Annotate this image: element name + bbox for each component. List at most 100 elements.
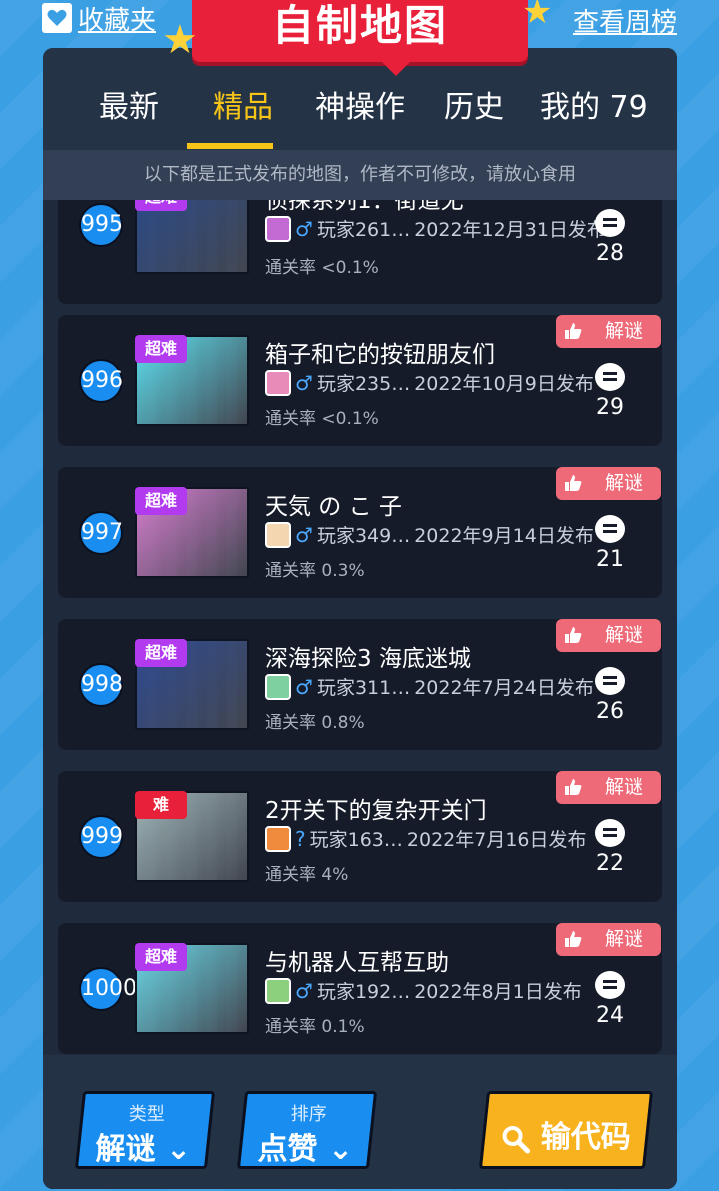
notice-text: 以下都是正式发布的地图，作者不可修改，请放心食用	[43, 150, 677, 200]
comment-icon	[595, 971, 625, 999]
chevron-down-icon: ⌄	[165, 1132, 192, 1167]
comment-count[interactable]: 24	[594, 971, 626, 1028]
clear-rate: 通关率 0.3%	[265, 561, 365, 581]
author-avatar	[265, 215, 291, 242]
search-icon	[502, 1125, 530, 1153]
clear-rate: 通关率 4%	[265, 865, 349, 885]
tab-bar: 最新 精品 神操作 历史 我的 79	[43, 48, 677, 150]
comment-icon	[595, 819, 625, 847]
tab-latest[interactable]: 最新	[99, 82, 159, 126]
star-icon: ★	[522, 0, 553, 32]
comment-icon	[595, 667, 625, 695]
bottom-toolbar: 类型 解谜 ⌄ 排序 点赞 ⌄ 输代码	[43, 1055, 677, 1189]
type-filter-button[interactable]: 类型 解谜 ⌄	[74, 1091, 216, 1169]
author-name: 玩家235…	[316, 373, 411, 395]
map-thumbnail	[135, 200, 249, 274]
gender-icon: ♂	[295, 978, 313, 1003]
map-title: 侦探系列1：街道无	[265, 200, 464, 214]
thumbs-up-icon	[565, 323, 582, 339]
rank-badge: 997	[79, 511, 123, 555]
tab-mine[interactable]: 我的 79	[540, 82, 648, 126]
gender-icon: ♂	[295, 370, 313, 395]
gender-icon: ?	[295, 826, 306, 851]
gender-icon: ♂	[295, 216, 313, 241]
publish-date: 2022年7月24日发布	[414, 677, 594, 699]
publish-date: 2022年10月9日发布	[414, 373, 594, 395]
author-name: 玩家261…	[316, 219, 411, 241]
page-title-banner: 自制地图	[192, 0, 528, 76]
tab-history[interactable]: 历史	[444, 82, 504, 126]
tab-featured[interactable]: 精品	[213, 82, 273, 126]
sort-filter-button[interactable]: 排序 点赞 ⌄	[236, 1091, 378, 1169]
publish-date: 2022年7月16日发布	[406, 829, 587, 851]
map-title: 深海探险3 海底迷城	[265, 646, 471, 672]
map-card[interactable]: 995 超难 侦探系列1：街道无 ♂ 玩家261… 2022年12月31日发布 …	[58, 200, 662, 304]
map-meta: ♂ 玩家261… 2022年12月31日发布	[265, 215, 606, 242]
comment-icon	[595, 515, 625, 543]
map-card[interactable]: 997 超难 天気 の こ 子 ♂ 玩家349… 2022年9月14日发布 通关…	[58, 467, 662, 598]
difficulty-badge: 超难	[135, 943, 187, 971]
author-name: 玩家311…	[316, 677, 411, 699]
rank-badge: 995	[79, 203, 123, 247]
author-avatar	[265, 977, 291, 1004]
map-meta: ♂ 玩家311… 2022年7月24日发布	[265, 673, 594, 700]
weekly-ranking-link[interactable]: 查看周榜	[573, 2, 677, 39]
rank-badge: 1000	[79, 967, 137, 1011]
comment-count[interactable]: 22	[594, 819, 626, 876]
clear-rate: 通关率 0.8%	[265, 713, 365, 733]
comment-count[interactable]: 29	[594, 363, 626, 420]
difficulty-badge: 超难	[135, 335, 187, 363]
author-name: 玩家349…	[316, 525, 411, 547]
author-name: 玩家163…	[309, 829, 403, 851]
gender-icon: ♂	[295, 522, 313, 547]
solve-tag[interactable]: 解谜	[556, 467, 661, 500]
solve-tag[interactable]: 解谜	[556, 315, 661, 348]
map-card[interactable]: 998 超难 深海探险3 海底迷城 ♂ 玩家311… 2022年7月24日发布 …	[58, 619, 662, 750]
map-meta: ? 玩家163… 2022年7月16日发布	[265, 825, 587, 852]
map-list[interactable]: 995 超难 侦探系列1：街道无 ♂ 玩家261… 2022年12月31日发布 …	[43, 200, 677, 1055]
publish-date: 2022年12月31日发布	[414, 219, 606, 241]
map-title: 2开关下的复杂开关门	[265, 798, 487, 824]
comment-count[interactable]: 28	[594, 209, 626, 266]
difficulty-badge: 超难	[135, 487, 187, 515]
clear-rate: 通关率 <0.1%	[265, 258, 379, 278]
difficulty-badge: 超难	[135, 200, 187, 211]
map-meta: ♂ 玩家349… 2022年9月14日发布	[265, 521, 594, 548]
favorites-label: 收藏夹	[78, 5, 157, 36]
bookmark-heart-icon	[42, 3, 72, 33]
comment-icon	[595, 209, 625, 237]
map-title: 箱子和它的按钮朋友们	[265, 342, 495, 368]
map-list-panel: 最新 精品 神操作 历史 我的 79 以下都是正式发布的地图，作者不可修改，请放…	[43, 48, 677, 1189]
publish-date: 2022年8月1日发布	[414, 981, 582, 1003]
solve-tag[interactable]: 解谜	[556, 771, 661, 804]
rank-badge: 996	[79, 359, 123, 403]
enter-code-button[interactable]: 输代码	[478, 1091, 654, 1169]
comment-count[interactable]: 26	[594, 667, 626, 724]
clear-rate: 通关率 0.1%	[265, 1017, 365, 1037]
map-card[interactable]: 1000 超难 与机器人互帮互助 ♂ 玩家192… 2022年8月1日发布 通关…	[58, 923, 662, 1054]
map-meta: ♂ 玩家192… 2022年8月1日发布	[265, 977, 582, 1004]
thumbs-up-icon	[565, 627, 582, 643]
map-title: 与机器人互帮互助	[265, 950, 449, 976]
map-card[interactable]: 999 难 2开关下的复杂开关门 ? 玩家163… 2022年7月16日发布 通…	[58, 771, 662, 902]
clear-rate: 通关率 <0.1%	[265, 409, 379, 429]
author-avatar	[265, 369, 291, 396]
chevron-down-icon: ⌄	[327, 1132, 354, 1167]
publish-date: 2022年9月14日发布	[414, 525, 594, 547]
author-name: 玩家192…	[316, 981, 411, 1003]
map-meta: ♂ 玩家235… 2022年10月9日发布	[265, 369, 594, 396]
map-title: 天気 の こ 子	[265, 494, 402, 520]
difficulty-badge: 超难	[135, 639, 187, 667]
tab-tricks[interactable]: 神操作	[315, 82, 405, 126]
solve-tag[interactable]: 解谜	[556, 923, 661, 956]
thumbs-up-icon	[565, 475, 582, 491]
active-tab-indicator	[187, 143, 273, 149]
gender-icon: ♂	[295, 674, 313, 699]
star-icon: ★	[162, 17, 198, 63]
comment-count[interactable]: 21	[594, 515, 626, 572]
favorites-link[interactable]: 收藏夹	[42, 2, 157, 36]
map-card[interactable]: 996 超难 箱子和它的按钮朋友们 ♂ 玩家235… 2022年10月9日发布 …	[58, 315, 662, 446]
solve-tag[interactable]: 解谜	[556, 619, 661, 652]
author-avatar	[265, 521, 291, 548]
thumbs-up-icon	[565, 931, 582, 947]
